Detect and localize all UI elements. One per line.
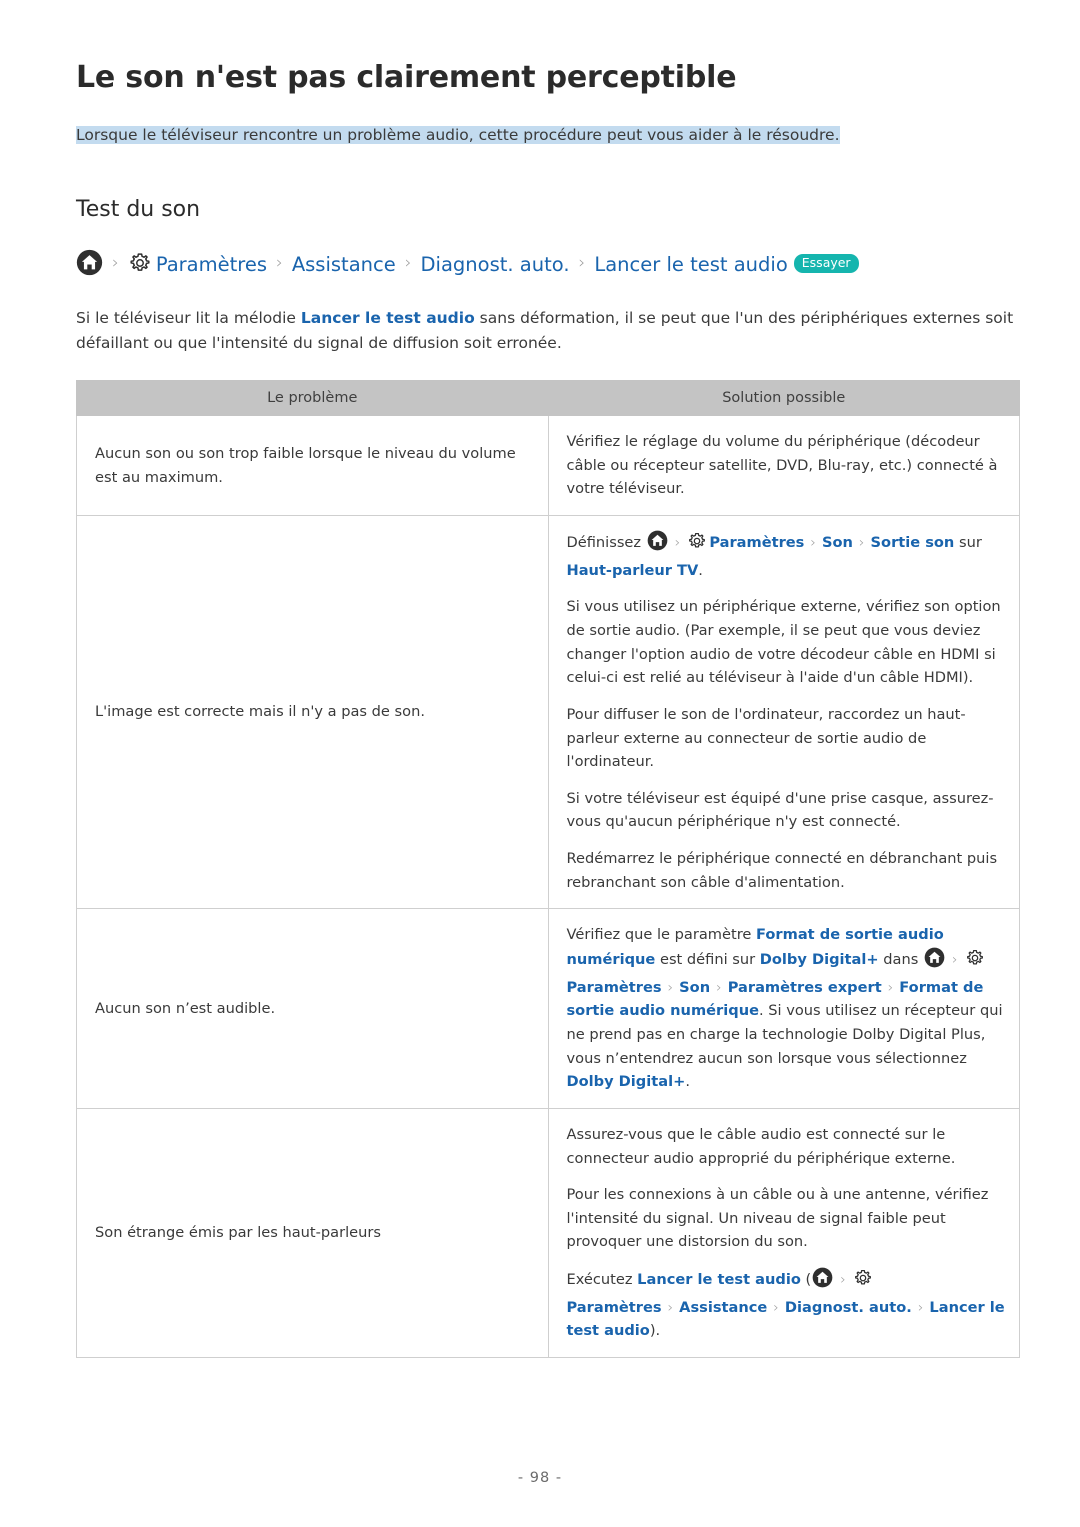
solution-link[interactable]: Sortie son xyxy=(871,534,955,551)
solution-text: Pour les connexions à un câble ou à une … xyxy=(566,1186,989,1251)
breadcrumb-separator: › xyxy=(276,253,283,274)
solution-text: sur xyxy=(954,534,982,552)
solution-link[interactable]: Son xyxy=(822,534,853,551)
solution-text: Pour diffuser le son de l'ordinateur, ra… xyxy=(566,705,966,771)
gear-icon xyxy=(687,531,707,559)
solution-paragraph: Vérifiez le réglage du volume du périphé… xyxy=(567,430,1006,501)
breadcrumb-separator: › xyxy=(112,253,119,274)
table-row: Aucun son n’est audible. Vérifiez que le … xyxy=(76,908,1020,1109)
home-icon xyxy=(812,1267,833,1296)
breadcrumb-separator: › xyxy=(404,253,412,274)
inline-separator: › xyxy=(667,1299,674,1316)
inline-separator: › xyxy=(773,1299,779,1316)
gear-icon xyxy=(853,1268,873,1296)
try-badge[interactable]: Essayer xyxy=(793,253,859,274)
solution-paragraph: Vérifiez que le paramètre Format de sort… xyxy=(567,923,1006,1094)
breadcrumb-separator: › xyxy=(578,253,586,274)
solution-text: Vérifiez le réglage du volume du périphé… xyxy=(566,433,998,498)
table-body: Aucun son ou son trop faible lorsque le … xyxy=(76,415,1020,1359)
table-cell-solution: Assurez-vous que le câble audio est conn… xyxy=(547,1107,1020,1359)
document-page: Le son n'est pas clairement perceptible … xyxy=(0,0,1080,1527)
home-icon xyxy=(924,947,945,976)
solution-text: Exécutez xyxy=(566,1271,638,1289)
solution-paragraph: Si votre téléviseur est équipé d'une pri… xyxy=(567,787,1006,834)
intro-text-1: Si le téléviseur lit la mélodie xyxy=(76,308,301,327)
solution-link[interactable]: Lancer le test audio xyxy=(637,1271,801,1288)
inline-separator: › xyxy=(887,979,894,996)
inline-separator: › xyxy=(667,979,674,996)
table-header-problem: Le problème xyxy=(76,380,549,417)
page-subtitle: Lorsque le téléviseur rencontre un probl… xyxy=(76,126,840,144)
inline-separator: › xyxy=(840,1272,846,1289)
table-cell-problem: Son étrange émis par les haut-parleurs xyxy=(76,1107,549,1359)
table-cell-solution: Vérifiez le réglage du volume du périphé… xyxy=(547,415,1020,517)
intro-link[interactable]: Lancer le test audio xyxy=(301,309,475,327)
solution-link[interactable]: Paramètres expert xyxy=(728,979,882,996)
table-cell-solution: Définissez › Paramètres › Son › Sortie son su… xyxy=(547,515,1020,910)
solution-text: ). xyxy=(649,1322,661,1340)
solution-link[interactable]: Diagnost. auto. xyxy=(785,1299,912,1316)
intro-paragraph: Si le téléviseur lit la mélodie Lancer l… xyxy=(76,306,1020,356)
solution-text: dans xyxy=(878,951,923,969)
solution-link[interactable]: Son xyxy=(679,979,710,996)
table-row: Son étrange émis par les haut-parleurs As… xyxy=(76,1107,1020,1359)
solution-text: Si vous utilisez un périphérique externe… xyxy=(566,598,1001,687)
solution-text: Définissez xyxy=(566,534,646,552)
table-row: L'image est correcte mais il n'y a pas d… xyxy=(76,515,1020,910)
page-number: - 98 - xyxy=(517,1470,563,1486)
page-title: Le son n'est pas clairement perceptible xyxy=(76,60,737,95)
solution-link[interactable]: Dolby Digital+ xyxy=(567,1073,686,1090)
inline-separator: › xyxy=(951,952,958,969)
home-icon xyxy=(647,530,668,559)
inline-separator: › xyxy=(858,535,865,552)
solution-link[interactable]: Paramètres xyxy=(709,534,804,551)
solution-link[interactable]: Dolby Digital+ xyxy=(760,951,879,968)
solution-text: Si votre téléviseur est équipé d'une pri… xyxy=(566,789,994,831)
solution-link[interactable]: Assistance xyxy=(679,1299,767,1316)
page-content: Le son n'est pas clairement perceptible … xyxy=(76,60,1020,1359)
page-subtitle-wrapper: Lorsque le téléviseur rencontre un probl… xyxy=(76,123,1020,147)
breadcrumb-item-1[interactable]: Paramètres xyxy=(156,255,267,275)
breadcrumb: › Paramètres › Assistance › Diagnost. auto. › L… xyxy=(76,249,1020,280)
solution-text: Vérifiez que le paramètre xyxy=(566,926,757,944)
solution-link[interactable]: Paramètres xyxy=(567,979,662,996)
solution-paragraph: Pour diffuser le son de l'ordinateur, ra… xyxy=(567,703,1006,774)
solution-paragraph: Exécutez Lancer le test audio ( › Paramètr… xyxy=(567,1267,1006,1343)
solution-paragraph: Assurez-vous que le câble audio est conn… xyxy=(567,1123,1006,1170)
solution-paragraph: Pour les connexions à un câble ou à une … xyxy=(567,1183,1006,1254)
table-header-row: Le problème Solution possible xyxy=(76,380,1020,417)
solution-text: est défini sur xyxy=(655,951,760,969)
table-row: Aucun son ou son trop faible lorsque le … xyxy=(76,415,1020,517)
solution-link[interactable]: Haut-parleur TV xyxy=(567,562,699,579)
gear-icon xyxy=(128,251,152,279)
table-cell-solution: Vérifiez que le paramètre Format de sort… xyxy=(547,908,1020,1109)
inline-separator: › xyxy=(917,1299,924,1316)
solution-text: Assurez-vous que le câble audio est conn… xyxy=(566,1125,956,1167)
table-header-solution: Solution possible xyxy=(547,380,1020,417)
solution-text: ( xyxy=(800,1271,812,1289)
home-icon xyxy=(76,249,103,280)
solution-paragraph: Définissez › Paramètres › Son › Sortie son su… xyxy=(567,530,1006,582)
inline-separator: › xyxy=(810,535,816,552)
table-cell-problem: Aucun son ou son trop faible lorsque le … xyxy=(76,415,549,517)
gear-icon xyxy=(965,948,985,976)
breadcrumb-item-4[interactable]: Lancer le test audio xyxy=(594,255,787,275)
solution-paragraph: Si vous utilisez un périphérique externe… xyxy=(567,595,1006,690)
table-cell-problem: L'image est correcte mais il n'y a pas d… xyxy=(76,515,549,910)
troubleshooting-table: Le problème Solution possible Aucun son … xyxy=(76,380,1020,1359)
solution-text: Redémarrez le périphérique connecté en d… xyxy=(566,850,998,891)
inline-separator: › xyxy=(716,979,722,996)
breadcrumb-item-2[interactable]: Assistance xyxy=(292,255,396,275)
solution-paragraph: Redémarrez le périphérique connecté en d… xyxy=(567,847,1006,894)
inline-separator: › xyxy=(674,535,681,552)
solution-link[interactable]: Paramètres xyxy=(567,1299,662,1316)
section-heading: Test du son xyxy=(76,197,201,223)
breadcrumb-item-3[interactable]: Diagnost. auto. xyxy=(421,255,570,275)
solution-text: . xyxy=(685,1073,690,1091)
table-cell-problem: Aucun son n’est audible. xyxy=(76,908,549,1109)
solution-text: . xyxy=(698,561,703,579)
